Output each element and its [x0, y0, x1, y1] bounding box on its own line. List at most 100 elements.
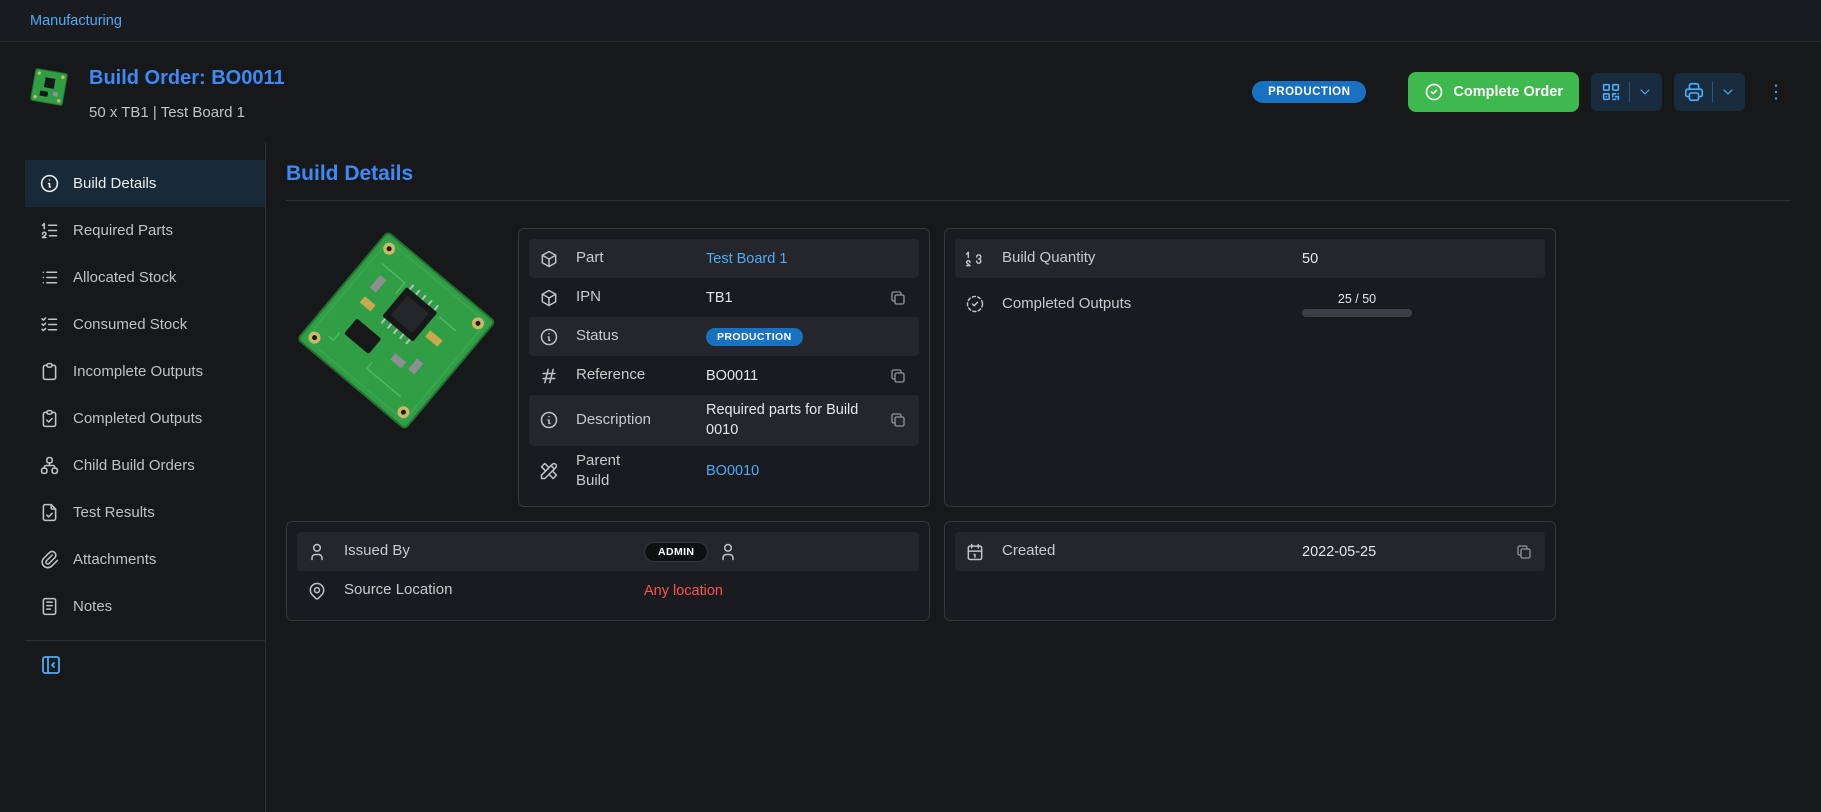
- table-row-parent-build: Parent Build BO0010: [529, 446, 919, 497]
- row-label: IPN: [576, 287, 706, 307]
- chevron-down-icon: [1720, 84, 1736, 100]
- circle-check-icon: [1424, 82, 1444, 102]
- complete-order-button[interactable]: Complete Order: [1408, 72, 1579, 112]
- build-details-panel: Part Test Board 1 IPN TB1 Status PRODUCT…: [286, 228, 1556, 621]
- progress-bar: [1302, 309, 1412, 317]
- table-row-completed-outputs: Completed Outputs 25 / 50: [955, 278, 1545, 330]
- sidebar-item-consumed-stock[interactable]: Consumed Stock: [25, 301, 265, 348]
- status-badge: PRODUCTION: [1252, 81, 1366, 103]
- copy-button[interactable]: [887, 287, 909, 309]
- sidebar-item-attachments[interactable]: Attachments: [25, 536, 265, 583]
- file-check-icon: [39, 502, 60, 523]
- more-actions-button[interactable]: [1761, 73, 1791, 111]
- source-location-value: Any location: [644, 583, 909, 599]
- breadcrumb-manufacturing-link[interactable]: Manufacturing: [30, 13, 122, 29]
- sidebar-divider: [25, 640, 265, 641]
- sidebar-item-allocated-stock[interactable]: Allocated Stock: [25, 254, 265, 301]
- progress-check-icon: [965, 294, 985, 314]
- paperclip-icon: [39, 549, 60, 570]
- page-header: Build Order: BO0011 50 x TB1 | Test Boar…: [0, 42, 1821, 142]
- admin-badge: ADMIN: [644, 542, 708, 562]
- clipboard-icon: [39, 361, 60, 382]
- row-label: Build Quantity: [1002, 248, 1302, 268]
- button-divider: [1712, 82, 1713, 102]
- row-label: Issued By: [344, 541, 644, 561]
- table-row-status: Status PRODUCTION: [529, 317, 919, 356]
- sidebar-item-test-results[interactable]: Test Results: [25, 489, 265, 536]
- sidebar-collapse-button[interactable]: [25, 647, 77, 683]
- sidebar-item-notes[interactable]: Notes: [25, 583, 265, 630]
- dots-vertical-icon: [1765, 81, 1787, 103]
- header-left: Build Order: BO0011 50 x TB1 | Test Boar…: [25, 63, 285, 121]
- calendar-icon: [965, 542, 985, 562]
- sidebar-item-incomplete-outputs[interactable]: Incomplete Outputs: [25, 348, 265, 395]
- print-actions-button[interactable]: [1674, 73, 1745, 111]
- sidebar-item-label: Notes: [73, 598, 112, 615]
- list-icon: [39, 267, 60, 288]
- hash-icon: [539, 366, 559, 386]
- row-value: Required parts for Build 0010: [706, 400, 868, 441]
- complete-order-label: Complete Order: [1453, 84, 1563, 100]
- production-status-badge: PRODUCTION: [706, 328, 803, 346]
- clipboard-check-icon: [39, 408, 60, 429]
- quantity-card: Build Quantity 50 Completed Outputs 25 /…: [944, 228, 1556, 507]
- row-label: Created: [1002, 541, 1302, 561]
- issued-card: Issued By ADMIN Source Location Any loca…: [286, 521, 930, 621]
- part-image: [286, 228, 504, 507]
- table-row-part: Part Test Board 1: [529, 239, 919, 278]
- copy-button[interactable]: [887, 409, 909, 431]
- main-content: Build Details: [266, 142, 1821, 812]
- package-icon: [539, 288, 559, 308]
- sidebar-item-label: Build Details: [73, 175, 156, 192]
- table-row-created: Created 2022-05-25: [955, 532, 1545, 571]
- table-row-ipn: IPN TB1: [529, 278, 919, 317]
- body: Build Details Required Parts Allocated S…: [0, 142, 1821, 812]
- part-link[interactable]: Test Board 1: [706, 251, 787, 267]
- breadcrumb: Manufacturing: [0, 0, 1821, 42]
- completed-outputs-progress: 25 / 50: [1302, 292, 1412, 317]
- table-row-issued-by: Issued By ADMIN: [297, 532, 919, 571]
- parent-build-link[interactable]: BO0010: [706, 463, 759, 479]
- notes-icon: [39, 596, 60, 617]
- row-label: Parent Build: [576, 451, 706, 492]
- sidebar-item-label: Consumed Stock: [73, 316, 187, 333]
- row-label: Source Location: [344, 580, 644, 600]
- row-value: BO0011: [706, 368, 879, 384]
- user-avatar-icon: [718, 542, 738, 562]
- sidebar-item-label: Child Build Orders: [73, 457, 195, 474]
- header-actions: PRODUCTION Complete Order: [1252, 72, 1791, 112]
- section-divider: [286, 200, 1791, 201]
- numbers-123-icon: [965, 249, 985, 269]
- row-value: TB1: [706, 290, 879, 306]
- copy-button[interactable]: [887, 365, 909, 387]
- list-check-icon: [39, 314, 60, 335]
- copy-button[interactable]: [1513, 541, 1535, 563]
- progress-label: 25 / 50: [1302, 292, 1412, 306]
- table-row-description: Description Required parts for Build 001…: [529, 395, 919, 446]
- row-label: Description: [576, 410, 706, 430]
- sidebar-item-completed-outputs[interactable]: Completed Outputs: [25, 395, 265, 442]
- sidebar-item-label: Incomplete Outputs: [73, 363, 203, 380]
- table-row-build-quantity: Build Quantity 50: [955, 239, 1545, 278]
- info-circle-icon: [539, 410, 559, 430]
- package-icon: [539, 249, 559, 269]
- page-subtitle: 50 x TB1 | Test Board 1: [89, 104, 285, 121]
- sidebar-item-build-details[interactable]: Build Details: [25, 160, 265, 207]
- sidebar-item-required-parts[interactable]: Required Parts: [25, 207, 265, 254]
- list-numbers-icon: [39, 220, 60, 241]
- row-label: Part: [576, 248, 706, 268]
- row-label: Reference: [576, 365, 706, 385]
- details-card: Part Test Board 1 IPN TB1 Status PRODUCT…: [518, 228, 930, 507]
- sidebar-item-label: Completed Outputs: [73, 410, 202, 427]
- chevron-down-icon: [1637, 84, 1653, 100]
- table-row-reference: Reference BO0011: [529, 356, 919, 395]
- qrcode-icon: [1600, 81, 1622, 103]
- title-block: Build Order: BO0011 50 x TB1 | Test Boar…: [89, 63, 285, 121]
- row-value: 50: [1302, 251, 1535, 267]
- sidebar: Build Details Required Parts Allocated S…: [25, 142, 266, 812]
- sidebar-item-child-build-orders[interactable]: Child Build Orders: [25, 442, 265, 489]
- printer-icon: [1683, 81, 1705, 103]
- barcode-actions-button[interactable]: [1591, 73, 1662, 111]
- info-circle-icon: [539, 327, 559, 347]
- sidebar-collapse-icon: [39, 653, 63, 677]
